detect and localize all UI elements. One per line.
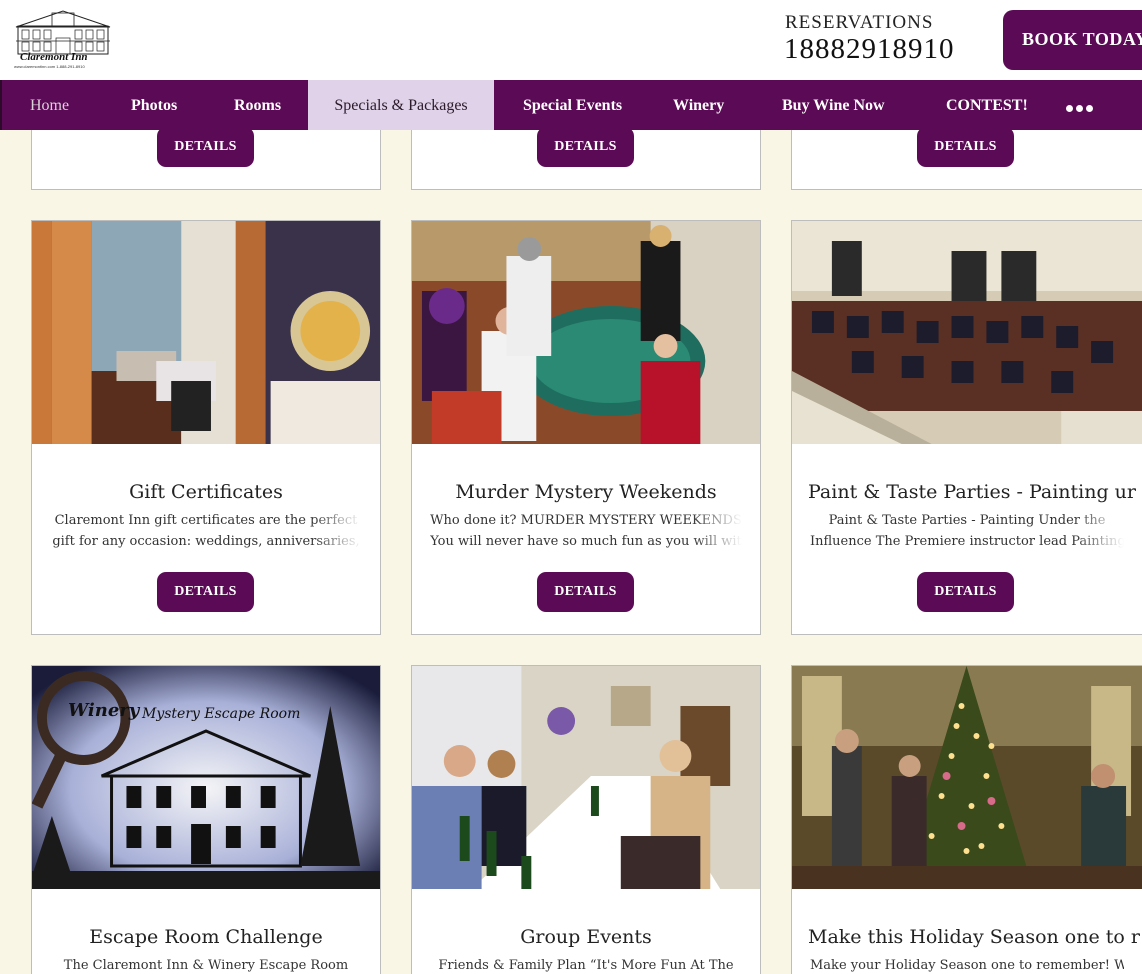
card-title[interactable]: Gift Certificates [32,481,380,503]
details-button[interactable]: DETAILS [917,127,1014,167]
nav-home[interactable]: Home [30,80,69,130]
logo-name: Claremont Inn [20,51,88,63]
details-button[interactable]: DETAILS [537,127,634,167]
card-description: Friends & Family Plan “It's More Fun At … [438,958,734,973]
card-description: Claremont Inn gift certificates are the … [50,510,362,552]
package-card-group-events: Group Events Friends & Family Plan “It's… [411,665,761,974]
more-dots-icon[interactable] [1066,97,1096,116]
reservations-phone[interactable]: 18882918910 [784,33,955,66]
group-events-photo[interactable] [412,666,760,889]
nav-specials-packages[interactable]: Specials & Packages [308,80,494,130]
holiday-season-photo[interactable] [792,666,1142,889]
card-description: Who done it? MURDER MYSTERY WEEKENDS You… [430,510,742,552]
escape-room-caption-text: Mystery Escape Room [142,706,301,722]
nav-winery[interactable]: Winery [673,80,724,130]
escape-room-winery-text: Winery [68,700,140,721]
nav-buy-wine-now[interactable]: Buy Wine Now [782,80,885,130]
gift-certificates-photo[interactable] [32,221,380,444]
claremont-inn-logo[interactable]: Claremont Inn www.claremontinn.com 1-888… [14,8,112,70]
package-card-partial: DETAILS [31,127,381,190]
escape-room-photo[interactable]: Winery Mystery Escape Room [32,666,380,889]
card-description: Make your Holiday Season one to remember… [810,958,1124,973]
paint-and-taste-photo[interactable] [792,221,1142,444]
site-header: Claremont Inn www.claremontinn.com 1-888… [0,0,1142,80]
book-today-button[interactable]: BOOK TODAY [1003,10,1142,70]
card-title[interactable]: Escape Room Challenge [32,926,380,948]
murder-mystery-photo[interactable] [412,221,760,444]
package-card-paint-and-taste: Paint & Taste Parties - Painting ur Pain… [791,220,1142,635]
logo-subtitle: www.claremontinn.com 1-888-291-8910 [14,64,85,69]
nav-contest[interactable]: CONTEST! [946,80,1028,130]
card-title[interactable]: Murder Mystery Weekends [412,481,760,503]
details-button[interactable]: DETAILS [157,572,254,612]
package-card-holiday-season: Make this Holiday Season one to r Make y… [791,665,1142,974]
package-card-gift-certificates: Gift Certificates Claremont Inn gift cer… [31,220,381,635]
package-card-partial: DETAILS [411,127,761,190]
details-button[interactable]: DETAILS [917,572,1014,612]
card-description: The Claremont Inn & Winery Escape Room [63,958,349,973]
nav-special-events[interactable]: Special Events [523,80,622,130]
card-title[interactable]: Paint & Taste Parties - Painting ur [792,481,1142,503]
nav-photos[interactable]: Photos [131,80,177,130]
package-card-murder-mystery: Murder Mystery Weekends Who done it? MUR… [411,220,761,635]
package-card-partial: DETAILS [791,127,1142,190]
card-title[interactable]: Make this Holiday Season one to r [792,926,1142,948]
package-card-escape-room: Winery Mystery Escape Room Escape Room C… [31,665,381,974]
main-nav: Home Photos Rooms Specials & Packages Sp… [0,80,1142,130]
details-button[interactable]: DETAILS [537,572,634,612]
details-button[interactable]: DETAILS [157,127,254,167]
nav-rooms[interactable]: Rooms [234,80,281,130]
card-title[interactable]: Group Events [412,926,760,948]
reservations-label: RESERVATIONS [785,12,934,33]
card-description: Paint & Taste Parties - Painting Under t… [810,510,1124,552]
